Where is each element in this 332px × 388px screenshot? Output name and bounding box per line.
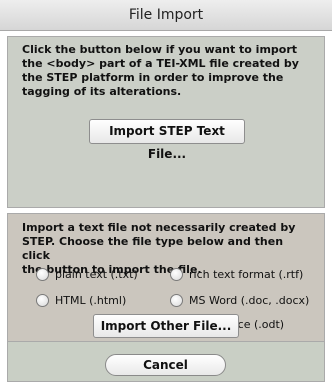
radio-button[interactable]	[36, 294, 49, 307]
radio-button[interactable]	[170, 268, 183, 281]
window-title: File Import	[0, 0, 332, 31]
radio-option-rich-text[interactable]: rich text format (.rtf)	[170, 268, 303, 281]
step-import-panel: Click the button below if you want to im…	[7, 36, 325, 208]
radio-label: MS Word (.doc, .docx)	[189, 294, 310, 307]
radio-label: HTML (.html)	[55, 294, 127, 307]
import-step-text-file-button[interactable]: Import STEP Text File...	[89, 119, 245, 161]
radio-button[interactable]	[170, 294, 183, 307]
file-import-window: File Import Click the button below if yo…	[0, 0, 332, 388]
radio-label: rich text format (.rtf)	[189, 268, 304, 281]
radio-option-ms-word[interactable]: MS Word (.doc, .docx)	[170, 294, 309, 307]
radio-option-plain-text[interactable]: plain text (.txt)	[36, 268, 138, 281]
step-import-description: Click the button below if you want to im…	[22, 43, 299, 98]
import-other-file-button[interactable]: Import Other File...	[93, 314, 239, 338]
radio-label: plain text (.txt)	[55, 268, 138, 281]
cancel-button[interactable]: Cancel	[105, 354, 226, 376]
radio-button[interactable]	[36, 268, 49, 281]
radio-option-html[interactable]: HTML (.html)	[36, 294, 126, 307]
